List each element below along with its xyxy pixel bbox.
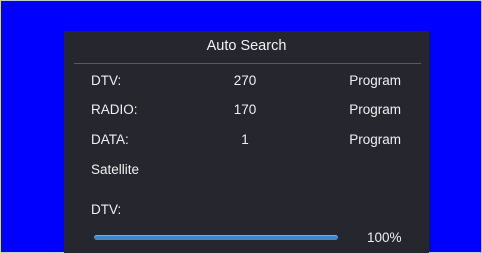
search-progress-percent: 100% xyxy=(367,230,402,245)
search-progress-bar xyxy=(94,235,338,240)
radio-label: RADIO: xyxy=(91,102,138,117)
dtv-count: 270 xyxy=(233,73,257,88)
data-count: 1 xyxy=(241,132,249,147)
dtv-row: DTV: 270 Program xyxy=(64,73,429,93)
data-unit: Program xyxy=(349,132,401,147)
dialog-title: Auto Search xyxy=(206,38,287,54)
search-progress-fill xyxy=(94,235,338,240)
source-label: Satellite xyxy=(91,162,140,177)
title-divider xyxy=(74,63,421,64)
data-label: DATA: xyxy=(91,132,129,147)
radio-row: RADIO: 170 Program xyxy=(64,102,429,122)
radio-count: 170 xyxy=(233,102,257,117)
dtv-unit: Program xyxy=(349,73,401,88)
current-channel-label: DTV: xyxy=(91,202,122,217)
auto-search-dialog: Auto Search DTV: 270 Program RADIO: 170 … xyxy=(64,31,429,253)
radio-unit: Program xyxy=(349,102,401,117)
dtv-label: DTV: xyxy=(91,73,122,88)
data-row: DATA: 1 Program xyxy=(64,132,429,152)
